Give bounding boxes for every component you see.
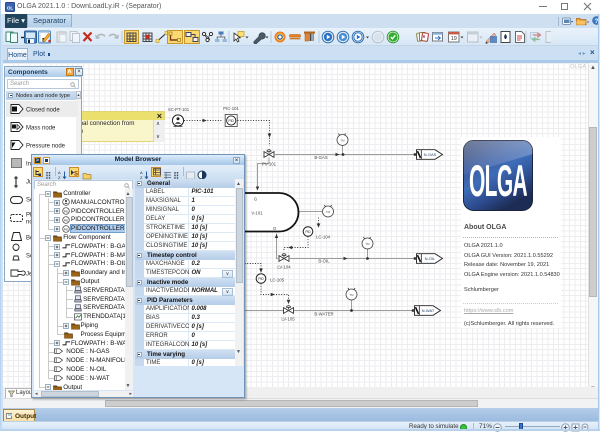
svg-text:N-OIL: N-OIL [425,256,436,261]
svg-text:TM: TM [340,139,345,143]
svg-text:LC-105: LC-105 [270,278,285,283]
svg-text:OLGA: OLGA [469,157,527,207]
svg-text:PID: PID [64,211,68,214]
svg-text:19: 19 [451,36,457,42]
svg-text:N-WAT: N-WAT [422,308,435,313]
svg-text:B-WATER: B-WATER [314,312,333,317]
svg-text:Mass node: Mass node [26,126,56,132]
svg-text:TM: TM [349,293,354,297]
svg-text:PIC-101: PIC-101 [223,106,239,111]
svg-text:LC-104: LC-104 [316,235,331,240]
svg-text:Pressure node: Pressure node [26,144,66,150]
svg-text:PID: PID [64,219,68,222]
svg-text:PID: PID [229,119,235,123]
svg-text:OL: OL [7,6,14,11]
svg-text:PV-101: PV-101 [262,162,277,167]
svg-text:V-101: V-101 [251,211,263,216]
svg-text:LV-104: LV-104 [277,265,291,270]
svg-text:B-GAS: B-GAS [314,155,328,160]
svg-text:PID: PID [258,277,264,281]
svg-text:N-GAS: N-GAS [424,152,437,157]
svg-text:S: S [74,171,78,177]
svg-text:Closed node: Closed node [26,108,60,114]
svg-text:SC-PT-101: SC-PT-101 [168,107,190,112]
svg-text:LV-105: LV-105 [281,317,295,322]
svg-text:TM: TM [365,242,370,246]
svg-text:TM: TM [326,210,331,214]
svg-text:PID: PID [64,228,68,231]
svg-text:PID: PID [305,230,311,234]
svg-text:B-OIL: B-OIL [318,259,330,264]
